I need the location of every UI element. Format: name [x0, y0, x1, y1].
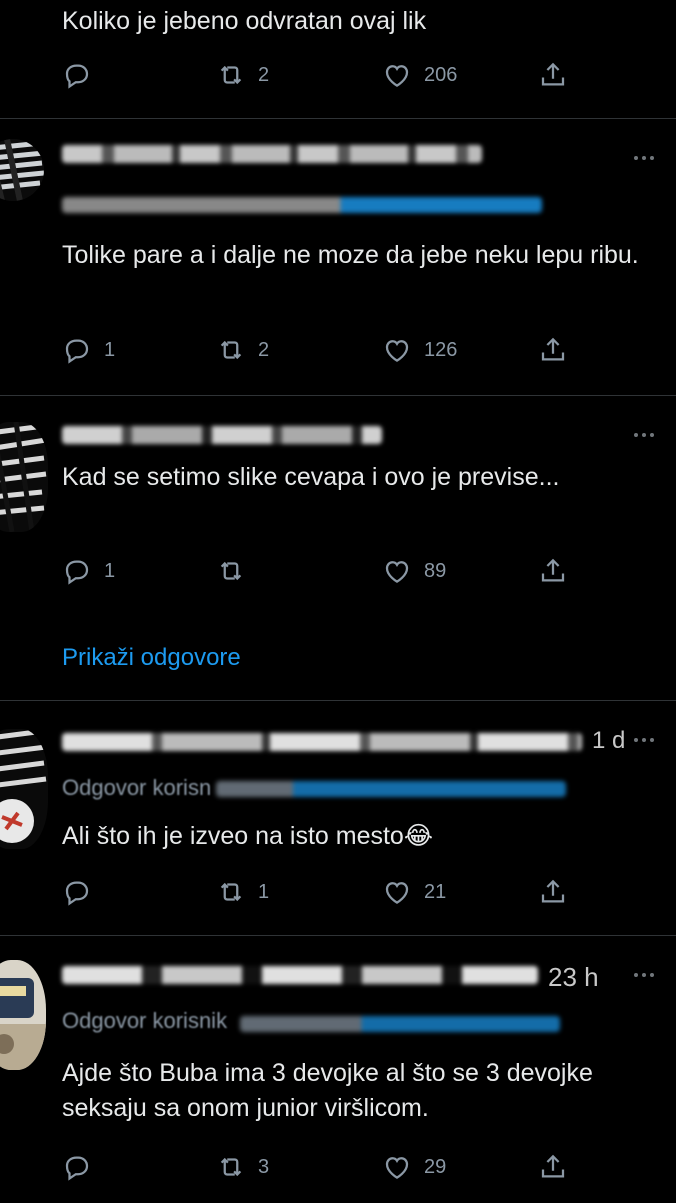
- retweet-button[interactable]: [216, 554, 258, 588]
- more-icon[interactable]: [634, 970, 662, 980]
- avatar-scribble: [0, 139, 44, 201]
- retweet-icon: [220, 1157, 242, 1177]
- tweet-actions: 1 21: [62, 875, 602, 909]
- reply-to-label: Odgovor korisn: [62, 775, 212, 800]
- tweet-4[interactable]: 1 d Odgovor korisn Ali što ih je izveo n…: [0, 701, 676, 935]
- avatar[interactable]: [0, 960, 46, 1070]
- reply-button[interactable]: 1: [62, 333, 115, 367]
- tweet-text: Ajde što Buba ima 3 devojke al što se 3 …: [62, 1059, 593, 1122]
- heart-icon: [385, 340, 409, 362]
- reply-button[interactable]: [62, 875, 104, 909]
- reply-to-label: Odgovor korisnik: [62, 1008, 228, 1033]
- heart-icon: [385, 561, 409, 583]
- like-button[interactable]: 89: [382, 554, 446, 588]
- share-button[interactable]: [538, 554, 568, 588]
- tweet-2[interactable]: Tolike pare a i dalje ne moze da jebe ne…: [0, 119, 676, 395]
- redacted-username: [62, 145, 482, 163]
- like-button[interactable]: 29: [382, 1150, 446, 1184]
- tweet-text: Koliko je jebeno odvratan ovaj lik: [62, 7, 427, 35]
- tweet-actions: 3 29: [62, 1150, 602, 1184]
- like-count: 126: [424, 338, 458, 361]
- avatar[interactable]: [0, 422, 48, 532]
- redacted-reply-to: [216, 781, 566, 797]
- retweet-count: 1: [258, 880, 270, 903]
- tweet-time: 23 h: [548, 962, 599, 992]
- reply-button[interactable]: 1: [62, 554, 115, 588]
- tweet-actions: 1 89: [62, 554, 602, 588]
- like-button[interactable]: 206: [382, 58, 457, 92]
- reply-button[interactable]: [62, 58, 104, 92]
- like-button[interactable]: 21: [382, 875, 446, 909]
- tweet-5[interactable]: 23 h Odgovor korisnik Ajde što Buba ima …: [0, 936, 676, 1203]
- retweet-count: 2: [258, 63, 270, 86]
- heart-icon: [385, 1157, 409, 1179]
- redacted-reply-to: [62, 197, 542, 213]
- share-icon: [541, 1154, 565, 1178]
- share-button[interactable]: [538, 1150, 568, 1184]
- reply-icon: [65, 339, 89, 364]
- tweet-3[interactable]: Kad se setimo slike cevapa i ovo je prev…: [0, 396, 676, 700]
- reply-icon: [65, 881, 89, 906]
- avatar[interactable]: [0, 139, 44, 201]
- more-icon[interactable]: [634, 153, 662, 163]
- like-count: 29: [424, 1155, 447, 1178]
- share-icon: [541, 879, 565, 903]
- share-button[interactable]: [538, 58, 568, 92]
- reply-icon: [65, 64, 89, 89]
- avatar[interactable]: [0, 729, 48, 849]
- retweet-icon: [220, 561, 242, 581]
- avatar-photo: [0, 960, 46, 1070]
- redacted-username: [62, 733, 582, 751]
- tweet-actions: 2 206: [62, 58, 602, 92]
- tweet-text: Kad se setimo slike cevapa i ovo je prev…: [62, 463, 560, 491]
- reply-icon: [65, 1156, 89, 1181]
- retweet-button[interactable]: 3: [216, 1150, 269, 1184]
- share-icon: [541, 62, 565, 86]
- reply-count: 1: [104, 559, 116, 582]
- retweet-icon: [220, 882, 242, 902]
- reply-count: 1: [104, 338, 116, 361]
- reply-icon: [65, 560, 89, 585]
- like-button[interactable]: 126: [382, 333, 457, 367]
- redacted-username: [62, 426, 382, 444]
- show-replies-link[interactable]: Prikaži odgovore: [62, 644, 241, 672]
- retweet-icon: [220, 340, 242, 360]
- tweet-1[interactable]: Koliko je jebeno odvratan ovaj lik 2 206: [0, 0, 676, 118]
- like-count: 21: [424, 880, 447, 903]
- share-icon: [541, 337, 565, 361]
- tweet-text: Ali što ih je izveo na isto mesto😂: [62, 822, 434, 850]
- like-count: 89: [424, 559, 447, 582]
- retweet-button[interactable]: 2: [216, 58, 269, 92]
- retweet-icon: [220, 65, 242, 85]
- share-button[interactable]: [538, 875, 568, 909]
- avatar-scribble: [0, 422, 48, 532]
- retweet-count: 3: [258, 1155, 270, 1178]
- redacted-reply-to: [240, 1016, 560, 1032]
- like-count: 206: [424, 63, 458, 86]
- retweet-button[interactable]: 2: [216, 333, 269, 367]
- retweet-button[interactable]: 1: [216, 875, 269, 909]
- more-icon[interactable]: [634, 735, 662, 745]
- heart-icon: [385, 65, 409, 87]
- reply-button[interactable]: [62, 1150, 104, 1184]
- tweet-actions: 1 2 126: [62, 333, 602, 367]
- avatar-scribble: [0, 729, 48, 849]
- tweet-text: Tolike pare a i dalje ne moze da jebe ne…: [62, 241, 639, 269]
- share-button[interactable]: [538, 333, 568, 367]
- redacted-username: [62, 966, 538, 984]
- share-icon: [541, 558, 565, 582]
- retweet-count: 2: [258, 338, 270, 361]
- more-icon[interactable]: [634, 430, 662, 440]
- heart-icon: [385, 882, 409, 904]
- tweet-time: 1 d: [592, 727, 626, 754]
